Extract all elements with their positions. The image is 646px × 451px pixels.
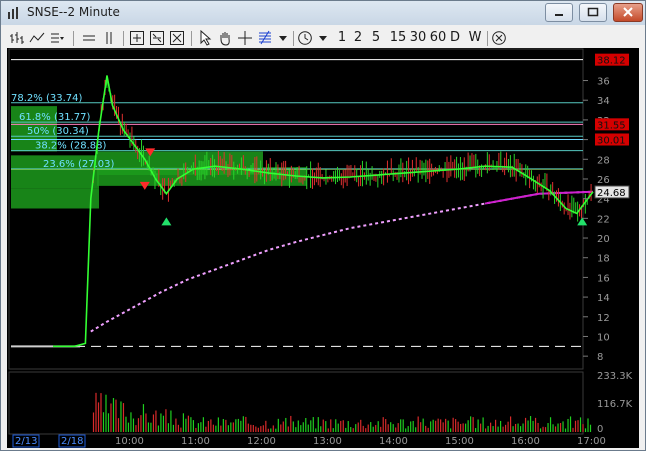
bar-style-icon[interactable] — [9, 30, 25, 46]
fib-zone-block — [11, 188, 99, 209]
minimize-icon — [555, 14, 563, 16]
chart-window: SNSE--2 Minute 1 2 5 15 30 60 D W 78.2% … — [0, 0, 646, 451]
y-axis-tick-label: 8 — [597, 352, 603, 363]
horizontal-line-icon[interactable] — [81, 30, 97, 46]
price-chart[interactable]: 78.2% (33.74) 61.8% (31.77) 50% (30.34) 38.… — [7, 48, 639, 448]
title-bar[interactable]: SNSE--2 Minute — [1, 1, 645, 25]
interval-5-button[interactable]: 5 — [371, 28, 381, 48]
y-axis-tick-label: 18 — [597, 254, 610, 265]
x-axis-tick-label: 2/18 — [61, 436, 83, 447]
toolbar-separator — [73, 31, 74, 46]
fib-zone-block — [97, 167, 307, 186]
interval-15-button[interactable]: 15 — [389, 28, 407, 48]
maximize-icon — [587, 7, 599, 17]
interval-1-button[interactable]: 1 — [337, 28, 347, 48]
fibonacci-level-label: 78.2% (33.74) — [11, 93, 82, 104]
x-axis-tick-label: 17:00 — [577, 436, 606, 447]
x-axis-tick-label: 10:00 — [115, 436, 144, 447]
price-tag-label: 24.68 — [597, 188, 626, 199]
y-axis-tick-label: 14 — [597, 293, 610, 304]
window-title: SNSE--2 Minute — [27, 5, 120, 19]
toolbar-separator — [191, 31, 192, 46]
fibonacci-level-label: 50% (30.34) — [27, 126, 89, 137]
x-axis-tick-label: 13:00 — [313, 436, 342, 447]
interval-2-button[interactable]: 2 — [353, 28, 363, 48]
y-axis-tick-label: 10 — [597, 332, 610, 343]
chart-app-icon — [8, 7, 18, 19]
fibonacci-dropdown-icon[interactable] — [275, 30, 291, 46]
interval-daily-button[interactable]: D — [449, 28, 461, 48]
crosshair-icon[interactable] — [237, 30, 253, 46]
y-axis-tick-label: 22 — [597, 214, 610, 225]
hand-icon[interactable] — [217, 30, 233, 46]
y-axis-tick-label: 20 — [597, 234, 610, 245]
pointer-icon[interactable] — [197, 30, 213, 46]
interval-30-button[interactable]: 30 — [409, 28, 427, 48]
line-style-icon[interactable] — [29, 30, 45, 46]
fib-zone-block — [11, 169, 99, 189]
x-axis-tick-label: 15:00 — [445, 436, 474, 447]
volume-axis-label: 233.3K — [597, 371, 633, 382]
clock-icon[interactable] — [297, 30, 313, 46]
chart-toolbar: 1 2 5 15 30 60 D W — [5, 28, 641, 49]
price-tag-label: 38.12 — [597, 56, 626, 67]
toolbar-separator — [487, 31, 488, 46]
interval-weekly-button[interactable]: W — [467, 28, 483, 48]
price-tag-label: 31.55 — [597, 120, 626, 131]
fibonacci-icon[interactable] — [257, 30, 273, 46]
volume-axis-label: 0 — [597, 424, 603, 435]
x-axis-tick-label: 2/13 — [15, 436, 37, 447]
clock-dropdown-icon[interactable] — [315, 30, 331, 46]
fibonacci-level-label: 23.6% (27.03) — [43, 159, 114, 170]
zoom-in-icon[interactable] — [129, 30, 145, 46]
y-axis-tick-label: 26 — [597, 175, 610, 186]
x-axis-tick-label: 11:00 — [181, 436, 210, 447]
zoom-fit-icon[interactable] — [169, 30, 185, 46]
bar-type-dropdown-icon[interactable] — [49, 30, 65, 46]
cancel-icon[interactable] — [491, 30, 507, 46]
volume-axis-label: 116.7K — [597, 399, 633, 410]
price-tag-label: 30.01 — [597, 135, 626, 146]
close-button[interactable] — [613, 3, 643, 22]
fibonacci-level-label: 61.8% (31.77) — [19, 112, 90, 123]
x-axis-tick-label: 14:00 — [379, 436, 408, 447]
y-axis-tick-label: 12 — [597, 313, 610, 324]
vertical-line-icon[interactable] — [101, 30, 117, 46]
interval-60-button[interactable]: 60 — [429, 28, 447, 48]
y-axis-tick-label: 34 — [597, 96, 610, 107]
y-axis-tick-label: 36 — [597, 77, 610, 88]
maximize-button[interactable] — [579, 3, 607, 22]
x-axis-tick-label: 16:00 — [511, 436, 540, 447]
x-axis-tick-label: 12:00 — [247, 436, 276, 447]
minimize-button[interactable] — [545, 3, 573, 22]
toolbar-separator — [293, 31, 294, 46]
toolbar-separator — [123, 31, 124, 46]
zoom-out-icon[interactable] — [149, 30, 165, 46]
y-axis-tick-label: 28 — [597, 155, 610, 166]
close-icon — [623, 7, 633, 17]
y-axis-tick-label: 16 — [597, 273, 610, 284]
